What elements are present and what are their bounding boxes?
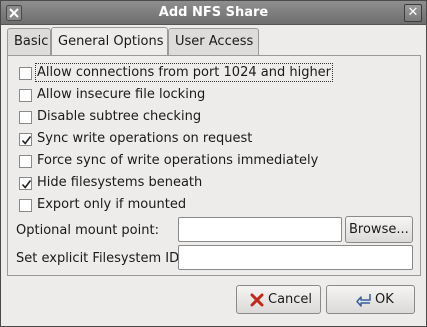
hide-filesystems-label[interactable]: Hide filesystems beneath — [37, 175, 202, 190]
browse-button-label: Browse... — [349, 222, 409, 237]
cancel-icon — [250, 293, 264, 307]
tab-basic[interactable]: Basic — [7, 28, 51, 55]
add-nfs-share-dialog: Add NFS Share ✕ Basic General Options Us… — [0, 0, 427, 327]
ok-button-label: OK — [375, 292, 394, 307]
ok-button[interactable]: OK — [326, 285, 415, 314]
checkmark-icon — [21, 136, 32, 145]
fsid-input[interactable] — [178, 245, 413, 270]
tab-user-access-label: User Access — [175, 34, 254, 49]
window-title: Add NFS Share — [158, 5, 269, 20]
insecure-locking-label[interactable]: Allow insecure file locking — [37, 87, 205, 102]
tab-user-access[interactable]: User Access — [168, 28, 259, 55]
cancel-button-label: Cancel — [268, 292, 313, 307]
sync-write-label[interactable]: Sync write operations on request — [37, 131, 252, 146]
allow-high-port-label[interactable]: Allow connections from port 1024 and hig… — [34, 63, 334, 82]
close-icon: ✕ — [407, 5, 419, 20]
disable-subtree-label[interactable]: Disable subtree checking — [37, 109, 201, 124]
cancel-button[interactable]: Cancel — [236, 285, 321, 314]
sync-write-checkbox[interactable] — [19, 133, 32, 146]
fsid-label: Set explicit Filesystem ID: — [16, 251, 184, 266]
export-if-mounted-checkbox[interactable] — [19, 199, 32, 212]
tab-basic-label: Basic — [14, 34, 49, 49]
browse-button[interactable]: Browse... — [345, 216, 413, 243]
tab-general-options[interactable]: General Options — [51, 27, 168, 55]
disable-subtree-checkbox[interactable] — [19, 111, 32, 124]
close-button[interactable]: ✕ — [404, 4, 422, 22]
ok-icon — [356, 294, 371, 307]
checkmark-icon — [21, 180, 32, 189]
force-sync-checkbox[interactable] — [19, 155, 32, 168]
titlebar[interactable]: Add NFS Share ✕ — [1, 1, 426, 25]
hide-filesystems-checkbox[interactable] — [19, 177, 32, 190]
mount-point-input[interactable] — [178, 217, 342, 242]
insecure-locking-checkbox[interactable] — [19, 89, 32, 102]
tab-general-options-label: General Options — [58, 34, 164, 49]
mount-point-label: Optional mount point: — [16, 223, 159, 238]
general-options-panel: Allow connections from port 1024 and hig… — [7, 55, 421, 276]
force-sync-label[interactable]: Force sync of write operations immediate… — [37, 153, 318, 168]
export-if-mounted-label[interactable]: Export only if mounted — [37, 197, 186, 212]
allow-high-port-checkbox[interactable] — [19, 67, 32, 80]
